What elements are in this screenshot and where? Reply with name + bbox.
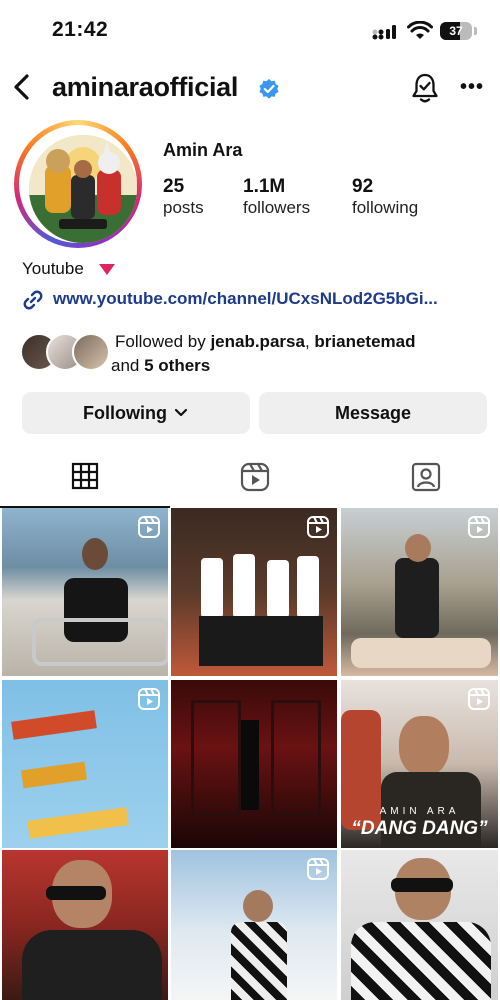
- grid-post-2[interactable]: [171, 508, 337, 676]
- grid-post-8[interactable]: [171, 850, 337, 1000]
- back-arrow-icon[interactable]: [10, 72, 34, 102]
- notification-bell-icon[interactable]: [410, 72, 440, 104]
- reel-badge-icon: [138, 516, 160, 538]
- grid-post-4[interactable]: [2, 680, 168, 848]
- stat-followers-value: 1.1M: [243, 176, 286, 197]
- grid-post-6[interactable]: AMIN ARA “DANG DANG”: [341, 680, 498, 848]
- stat-following[interactable]: 92 following: [352, 176, 418, 218]
- stat-posts-label: posts: [163, 198, 204, 217]
- stat-posts[interactable]: 25 posts: [163, 176, 204, 218]
- verified-badge-icon: [259, 79, 279, 99]
- tagged-tab-icon[interactable]: [411, 462, 441, 492]
- grid-post-3[interactable]: [341, 508, 498, 676]
- status-time: 21:42: [52, 18, 109, 41]
- battery-cap: [474, 27, 477, 35]
- followed-by-and: and: [111, 356, 145, 375]
- following-button-label: Following: [83, 402, 167, 423]
- reel-badge-icon: [307, 858, 329, 880]
- profile-username: aminaraofficial: [52, 72, 239, 102]
- follower-avatar: [72, 333, 110, 371]
- red-triangle-down-icon: [99, 264, 115, 275]
- followed-by-prefix: Followed by: [115, 332, 211, 351]
- following-button[interactable]: Following: [22, 392, 250, 434]
- more-options-icon[interactable]: •••: [460, 76, 484, 99]
- post-caption-artist: AMIN ARA: [379, 806, 460, 817]
- reel-badge-icon: [307, 516, 329, 538]
- followed-by-user1[interactable]: jenab.parsa: [210, 332, 305, 351]
- stat-followers-label: followers: [243, 198, 311, 217]
- stat-followers[interactable]: 1.1M followers: [243, 176, 310, 218]
- grid-tab-icon[interactable]: [71, 462, 99, 490]
- profile-avatar: [29, 135, 137, 243]
- post-caption-title: “DANG DANG”: [351, 818, 488, 839]
- profile-link[interactable]: www.youtube.com/channel/UCxsNLod2G5bGi..…: [53, 289, 438, 309]
- grid-post-5[interactable]: [171, 680, 337, 848]
- message-button[interactable]: Message: [259, 392, 487, 434]
- stat-posts-value: 25: [163, 176, 185, 197]
- stat-following-label: following: [352, 198, 419, 217]
- followed-by-others[interactable]: 5 others: [144, 356, 210, 375]
- profile-avatar-ring[interactable]: [14, 120, 142, 248]
- battery-icon: 37: [440, 22, 472, 40]
- chevron-down-icon: [174, 408, 188, 417]
- wifi-icon: [407, 21, 433, 39]
- reel-badge-icon: [138, 688, 160, 710]
- followed-by-sep: ,: [304, 332, 315, 351]
- link-icon: [23, 290, 43, 310]
- cellular-signal-icon: [372, 25, 396, 40]
- bio-text: Youtube: [22, 259, 84, 278]
- followed-by-user2[interactable]: brianetemad: [314, 332, 415, 351]
- grid-post-9[interactable]: [341, 850, 498, 1000]
- profile-display-name: Amin Ara: [163, 140, 243, 160]
- grid-post-7[interactable]: [2, 850, 168, 1000]
- battery-level: 37: [449, 24, 463, 38]
- followed-by-text[interactable]: Followed by jenab.parsa, brianetemad and…: [111, 330, 485, 378]
- reel-badge-icon: [468, 688, 490, 710]
- reel-badge-icon: [468, 516, 490, 538]
- grid-post-1[interactable]: [2, 508, 168, 676]
- reels-tab-icon[interactable]: [240, 462, 270, 492]
- stat-following-value: 92: [352, 176, 374, 197]
